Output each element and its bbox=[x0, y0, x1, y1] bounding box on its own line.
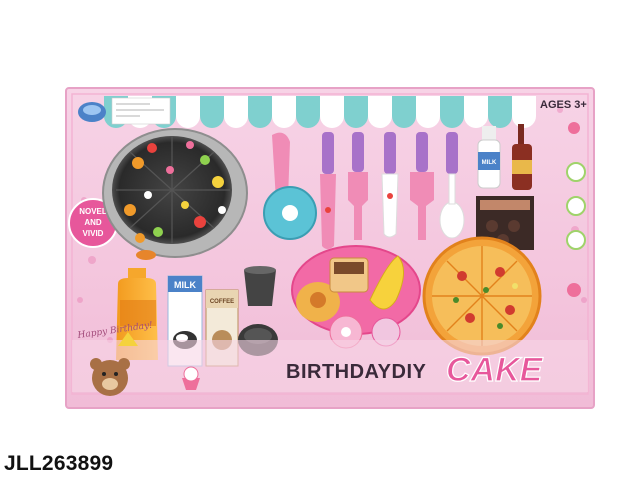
feature-icons bbox=[566, 162, 586, 250]
age-label: AGES 3+ bbox=[540, 99, 587, 111]
title-birthday-diy: BIRTHDAYDIY bbox=[286, 361, 426, 383]
info-sticker bbox=[111, 97, 171, 125]
svg-text:AND: AND bbox=[84, 218, 102, 227]
svg-text:MILK: MILK bbox=[174, 280, 196, 290]
svg-text:COFFEE: COFFEE bbox=[210, 299, 234, 305]
toy-package-photo: AGES 3+ NOVEL AND VIVID MILK MILK COFFEE… bbox=[65, 87, 595, 409]
title-cake: CAKE bbox=[446, 351, 544, 389]
svg-text:MILK: MILK bbox=[482, 160, 497, 166]
cup-toy bbox=[244, 266, 276, 306]
brand-logo bbox=[78, 102, 106, 122]
svg-text:NOVEL: NOVEL bbox=[79, 207, 107, 216]
sku-code: JLL263899 bbox=[4, 452, 114, 475]
pizza-toy bbox=[422, 236, 542, 356]
svg-text:VIVID: VIVID bbox=[83, 229, 104, 238]
